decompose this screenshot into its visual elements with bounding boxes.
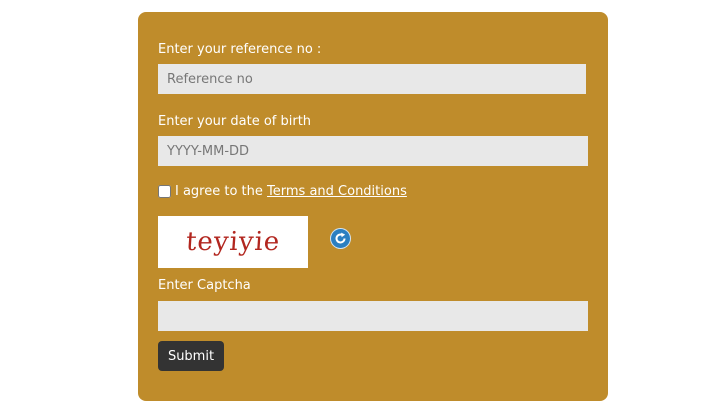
terms-row: I agree to the Terms and Conditions [158,184,407,199]
dob-input[interactable] [158,136,588,166]
terms-checkbox[interactable] [158,185,171,198]
terms-prefix: I agree to the [175,184,268,199]
captcha-text: teyiyie [184,227,282,257]
reference-label: Enter your reference no : [158,42,322,57]
captcha-input[interactable] [158,301,588,331]
captcha-image: teyiyie [158,216,308,268]
terms-link[interactable]: Terms and Conditions [267,184,407,199]
reference-input[interactable] [158,64,586,94]
dob-label: Enter your date of birth [158,114,312,129]
submit-button[interactable]: Submit [158,341,224,371]
captcha-label: Enter Captcha [158,278,251,293]
form-card: Enter your reference no : Enter your dat… [138,12,608,401]
refresh-icon[interactable] [331,229,350,248]
